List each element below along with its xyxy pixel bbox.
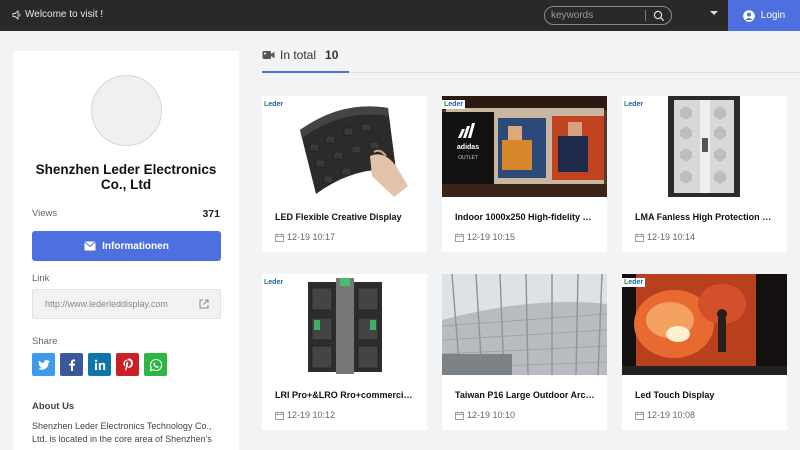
products-tab-bar: In total 10	[262, 40, 800, 73]
website-url[interactable]: http://www.lederleddisplay.com	[45, 299, 168, 309]
about-us-text: Shenzhen Leder Electronics Technology Co…	[32, 421, 212, 444]
search-box[interactable]	[544, 6, 672, 25]
external-link-icon[interactable]	[198, 298, 210, 310]
share-pinterest-button[interactable]	[116, 353, 139, 376]
flexible-led-module-image	[262, 96, 427, 197]
active-tab-indicator	[262, 71, 349, 73]
product-thumbnail[interactable]: Leder	[262, 274, 427, 375]
welcome-message: Welcome to visit !	[12, 9, 103, 20]
tab-all-videos[interactable]: In total 10	[262, 48, 338, 62]
brand-badge-text: eder	[628, 279, 644, 286]
product-title[interactable]: Taiwan P16 Large Outdoor Arc Cu...	[455, 390, 595, 400]
product-date-text: 12-19 10:12	[287, 410, 336, 420]
search-icon[interactable]	[653, 10, 665, 22]
share-buttons	[32, 353, 167, 376]
product-date: 12-19 10:10	[455, 410, 515, 420]
company-sidebar: Shenzhen Leder Electronics Co., Ltd View…	[13, 51, 239, 450]
language-dropdown-caret[interactable]	[710, 11, 718, 15]
tab-label: In total	[280, 48, 317, 62]
indoor-display-image: adidas OUTLET	[442, 96, 607, 197]
fanless-cabinet-image	[622, 96, 787, 197]
linkedin-icon	[94, 359, 105, 370]
product-date-text: 12-19 10:17	[287, 232, 336, 242]
product-date-text: 12-19 10:14	[647, 232, 696, 242]
product-thumbnail[interactable]: Leder	[622, 96, 787, 197]
brand-badge-text: eder	[268, 279, 284, 286]
video-camera-icon	[262, 51, 275, 59]
photo-outlet-text: OUTLET	[458, 155, 478, 161]
touch-display-image	[622, 274, 787, 375]
product-thumbnail[interactable]: adidas OUTLET Leder	[442, 96, 607, 197]
login-button[interactable]: Login	[728, 0, 800, 31]
product-thumbnail[interactable]	[442, 274, 607, 375]
brand-badge-text: eder	[448, 101, 464, 108]
information-button[interactable]: Informationen	[32, 231, 221, 261]
product-thumbnail[interactable]: Leder	[622, 274, 787, 375]
product-card[interactable]: Leder LED Flexible Creative Display 12-1…	[262, 96, 427, 252]
tab-count: 10	[325, 48, 339, 62]
calendar-icon	[455, 233, 464, 242]
product-card[interactable]: Leder Led Touch Display 12-19 10:08	[622, 274, 787, 430]
brand-badge: Leder	[262, 278, 286, 287]
product-title[interactable]: LED Flexible Creative Display	[275, 212, 415, 222]
brand-badge-text: eder	[628, 101, 644, 108]
product-date-text: 12-19 10:10	[467, 410, 516, 420]
about-us-heading: About Us	[32, 401, 75, 412]
product-title[interactable]: LMA Fanless High Protection Dis...	[635, 212, 775, 222]
svg-text:adidas: adidas	[457, 144, 479, 151]
product-thumbnail[interactable]: Leder	[262, 96, 427, 197]
top-bar: Welcome to visit ! Login	[0, 0, 800, 31]
login-label: Login	[760, 10, 786, 21]
product-date: 12-19 10:15	[455, 232, 515, 242]
product-card[interactable]: adidas OUTLET Leder Indoor 1000x250 High…	[442, 96, 607, 252]
welcome-text: Welcome to visit !	[25, 9, 104, 20]
calendar-icon	[635, 233, 644, 242]
information-button-label: Informationen	[102, 240, 169, 252]
company-name: Shenzhen Leder Electronics Co., Ltd	[35, 162, 217, 192]
views-label: Views	[32, 208, 58, 219]
website-link[interactable]: http://www.lederleddisplay.com	[32, 289, 221, 319]
product-card[interactable]: Leder LMA Fanless High Protection Dis...…	[622, 96, 787, 252]
product-date: 12-19 10:17	[275, 232, 335, 242]
product-title[interactable]: Indoor 1000x250 High-fidelity S...	[455, 212, 595, 222]
calendar-icon	[455, 411, 464, 420]
link-label: Link	[32, 273, 50, 284]
speaker-icon	[12, 9, 21, 20]
share-whatsapp-button[interactable]	[144, 353, 167, 376]
brand-badge: Leder	[442, 100, 466, 109]
rental-cabinet-image	[262, 274, 427, 375]
calendar-icon	[275, 233, 284, 242]
envelope-icon	[84, 241, 96, 251]
share-linkedin-button[interactable]	[88, 353, 111, 376]
user-icon	[742, 9, 755, 22]
product-date: 12-19 10:08	[635, 410, 695, 420]
brand-badge-text: eder	[268, 101, 284, 108]
product-date-text: 12-19 10:08	[647, 410, 696, 420]
facebook-icon	[68, 359, 75, 371]
search-input[interactable]	[551, 9, 641, 22]
views-count: 371	[202, 208, 220, 220]
product-date: 12-19 10:12	[275, 410, 335, 420]
company-avatar	[91, 75, 162, 146]
twitter-icon	[37, 359, 50, 370]
pinterest-icon	[123, 357, 133, 371]
calendar-icon	[275, 411, 284, 420]
brand-badge: Leder	[622, 278, 646, 287]
product-date-text: 12-19 10:15	[467, 232, 516, 242]
whatsapp-icon	[149, 358, 162, 371]
share-facebook-button[interactable]	[60, 353, 83, 376]
product-card[interactable]: Leder LRI Pro+&LRO Rro+commercial R... 1…	[262, 274, 427, 430]
share-label: Share	[32, 336, 58, 347]
product-card[interactable]: Taiwan P16 Large Outdoor Arc Cu... 12-19…	[442, 274, 607, 430]
share-twitter-button[interactable]	[32, 353, 55, 376]
product-title[interactable]: Led Touch Display	[635, 390, 775, 400]
outdoor-arc-screen-image	[442, 274, 607, 375]
product-date: 12-19 10:14	[635, 232, 695, 242]
brand-badge: Leder	[622, 100, 646, 109]
brand-badge: Leder	[262, 100, 286, 109]
calendar-icon	[635, 411, 644, 420]
product-title[interactable]: LRI Pro+&LRO Rro+commercial R...	[275, 390, 415, 400]
search-divider	[645, 10, 646, 21]
